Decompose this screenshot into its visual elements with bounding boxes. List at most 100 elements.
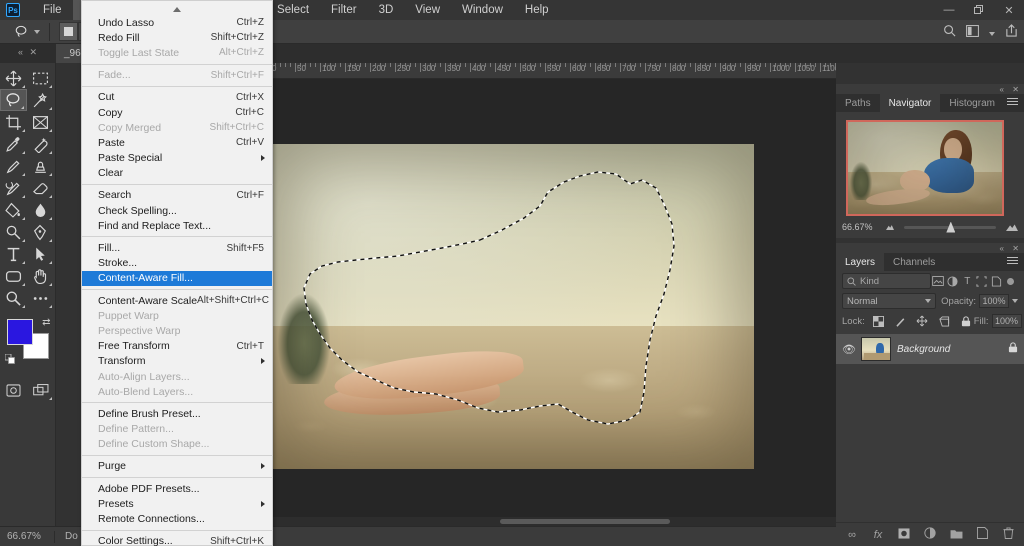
navigator-thumbnail[interactable]	[846, 120, 1004, 216]
tab-navigator[interactable]: Navigator	[879, 94, 941, 112]
layer-filter-kind[interactable]: Kind	[842, 273, 932, 289]
edit-menu-item-check-spelling[interactable]: Check Spelling...	[82, 203, 272, 218]
filter-toggle-icon[interactable]	[1004, 274, 1018, 289]
shape-filter-icon[interactable]	[975, 274, 989, 289]
minimize-button[interactable]: —	[934, 0, 964, 20]
navigator-close-icon[interactable]: ✕	[1012, 85, 1019, 94]
adjustment-filter-icon[interactable]	[946, 274, 960, 289]
horizontal-scrollbar[interactable]	[270, 517, 836, 526]
path-selection-tool[interactable]	[27, 243, 54, 265]
opacity-value[interactable]: 100%	[979, 294, 1009, 308]
edit-menu-item-adobe-pdf-presets[interactable]: Adobe PDF Presets...	[82, 481, 272, 496]
layer-visibility-icon[interactable]: 👁	[842, 343, 856, 356]
fill-value[interactable]: 100%	[991, 314, 1022, 328]
lasso-tool[interactable]	[0, 89, 27, 111]
tab-paths[interactable]: Paths	[836, 94, 880, 112]
screen-mode-tool[interactable]	[27, 379, 54, 401]
edit-toolbar-tool[interactable]	[27, 287, 54, 309]
chevron-down-icon[interactable]	[989, 25, 995, 39]
status-zoom-value[interactable]: 66.67%	[0, 531, 54, 542]
frame-tool[interactable]	[27, 111, 54, 133]
layers-close-icon[interactable]: ✕	[1012, 244, 1019, 253]
edit-menu-item-color-settings[interactable]: Color Settings... Shift+Ctrl+K	[82, 534, 272, 546]
eyedropper-tool[interactable]	[0, 133, 27, 155]
canvas-area[interactable]	[270, 79, 836, 525]
blend-mode-select[interactable]: Normal	[842, 293, 937, 309]
brush-tool[interactable]	[0, 155, 27, 177]
edit-menu-item-remote-connections[interactable]: Remote Connections...	[82, 511, 272, 526]
hand-tool[interactable]	[27, 265, 54, 287]
menu-item-3d[interactable]: 3D	[368, 0, 405, 20]
image-filter-icon[interactable]	[931, 274, 945, 289]
menu-item-select[interactable]: Select	[266, 0, 320, 20]
edit-menu-item-purge[interactable]: Purge	[82, 459, 272, 474]
menu-item-window[interactable]: Window	[451, 0, 514, 20]
edit-menu-item-presets[interactable]: Presets	[82, 496, 272, 511]
layer-list[interactable]: 👁 Background	[836, 334, 1024, 364]
edit-menu-item-content-aware-scale[interactable]: Content-Aware Scale Alt+Shift+Ctrl+C	[82, 293, 272, 308]
menu-item-file[interactable]: File	[32, 0, 73, 20]
edit-menu-item-find-and-replace-text[interactable]: Find and Replace Text...	[82, 218, 272, 233]
edit-menu-item-paste-special[interactable]: Paste Special	[82, 151, 272, 166]
navigator-tabs[interactable]: Paths Navigator Histogram	[836, 94, 1024, 112]
default-colors-icon[interactable]	[4, 353, 16, 365]
edit-menu-item-cut[interactable]: Cut Ctrl+X	[82, 90, 272, 105]
layer-mask-icon[interactable]	[898, 527, 911, 542]
edit-menu-item-search[interactable]: Search Ctrl+F	[82, 188, 272, 203]
share-icon[interactable]	[1005, 24, 1018, 40]
tab-histogram[interactable]: Histogram	[940, 94, 1004, 112]
close-button[interactable]: ✕	[994, 0, 1024, 20]
layer-style-fx-icon[interactable]: fx	[872, 529, 885, 541]
lock-buttons[interactable]	[871, 314, 974, 329]
tools-panel[interactable]: ⇄	[0, 63, 56, 546]
lock-transparency-icon[interactable]	[871, 314, 886, 329]
edit-menu-dropdown[interactable]: Undo Lasso Ctrl+Z Redo Fill Shift+Ctrl+Z Tog…	[81, 0, 273, 546]
history-brush-tool[interactable]	[0, 177, 27, 199]
navigator-zoom-value[interactable]: 66.67%	[842, 222, 880, 232]
rectangular-marquee-tool[interactable]	[27, 67, 54, 89]
new-layer-icon[interactable]	[976, 527, 989, 542]
menu-scroll-up-icon[interactable]	[82, 3, 272, 15]
edit-menu-item-transform[interactable]: Transform	[82, 354, 272, 369]
status-doc-info[interactable]: Do	[55, 531, 78, 542]
edit-menu-item-paste[interactable]: Paste Ctrl+V	[82, 135, 272, 150]
navigator-menu-icon[interactable]	[1007, 98, 1018, 107]
move-tool[interactable]	[0, 67, 27, 89]
clone-stamp-tool[interactable]	[27, 155, 54, 177]
workspace-icon[interactable]	[966, 24, 979, 40]
rectangle-tool[interactable]	[0, 265, 27, 287]
new-selection-button[interactable]	[59, 22, 78, 41]
lock-artboard-icon[interactable]	[937, 314, 952, 329]
edit-menu-item-copy[interactable]: Copy Ctrl+C	[82, 105, 272, 120]
navigator-collapse-icon[interactable]: «	[1000, 85, 1004, 94]
adjustment-layer-icon[interactable]	[924, 527, 937, 542]
eraser-tool[interactable]	[27, 177, 54, 199]
lock-position-icon[interactable]	[915, 314, 930, 329]
spot-healing-brush-tool[interactable]	[27, 133, 54, 155]
panel-collapse-icons[interactable]: « ✕	[18, 47, 39, 58]
navigator-zoom-slider[interactable]	[904, 221, 996, 233]
smartobject-filter-icon[interactable]	[989, 274, 1003, 289]
layer-thumbnail[interactable]	[861, 337, 891, 361]
edit-menu-item-redo-fill[interactable]: Redo Fill Shift+Ctrl+Z	[82, 30, 272, 45]
layers-tabs[interactable]: Layers Channels	[836, 253, 1024, 271]
edit-menu-item-stroke[interactable]: Stroke...	[82, 256, 272, 271]
edit-menu-item-free-transform[interactable]: Free Transform Ctrl+T	[82, 339, 272, 354]
menu-item-help[interactable]: Help	[514, 0, 560, 20]
type-filter-icon[interactable]: T	[960, 274, 974, 289]
link-layers-icon[interactable]: ∞	[846, 529, 859, 541]
edit-menu-item-fill[interactable]: Fill... Shift+F5	[82, 240, 272, 255]
lock-all-icon[interactable]	[959, 314, 974, 329]
tab-layers[interactable]: Layers	[836, 253, 885, 271]
edit-menu-item-define-brush-preset[interactable]: Define Brush Preset...	[82, 406, 272, 421]
delete-layer-icon[interactable]	[1002, 527, 1015, 542]
dodge-tool[interactable]	[0, 221, 27, 243]
swap-colors-icon[interactable]: ⇄	[42, 317, 50, 328]
zoom-out-icon[interactable]	[886, 225, 894, 230]
menu-item-filter[interactable]: Filter	[320, 0, 368, 20]
search-icon[interactable]	[943, 24, 956, 40]
lock-image-icon[interactable]	[893, 314, 908, 329]
zoom-tool[interactable]	[0, 287, 27, 309]
crop-tool[interactable]	[0, 111, 27, 133]
edit-menu-item-undo-lasso[interactable]: Undo Lasso Ctrl+Z	[82, 15, 272, 30]
